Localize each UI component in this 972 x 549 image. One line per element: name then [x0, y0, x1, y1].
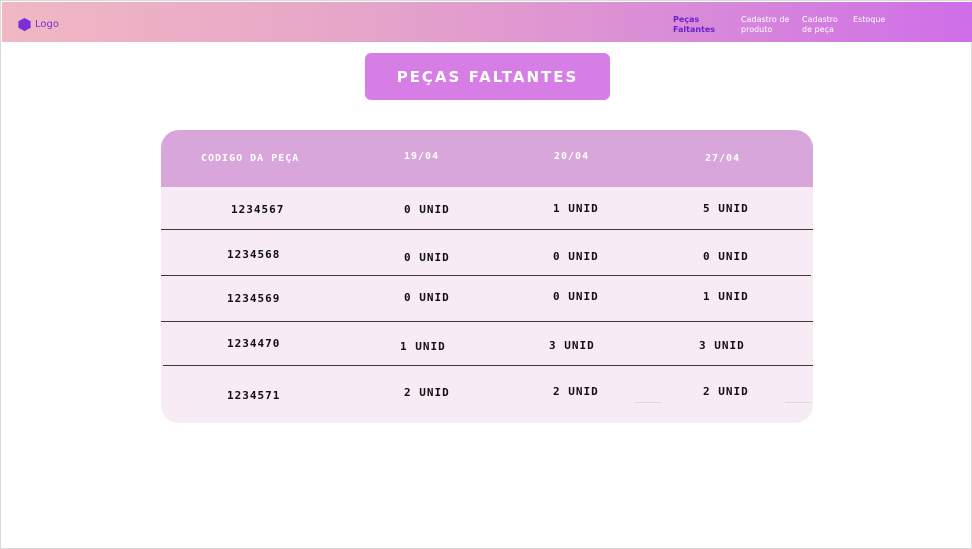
row-divider — [161, 229, 813, 230]
table-cell-qty: 2 UNID — [553, 385, 599, 398]
faint-divider — [785, 402, 811, 403]
table-cell-qty: 5 UNID — [703, 202, 749, 215]
header-date-3: 27/04 — [705, 153, 741, 164]
table-cell-code: 1234470 — [227, 337, 281, 350]
table-cell-qty: 1 UNID — [400, 340, 446, 353]
table-cell-qty: 0 UNID — [404, 251, 450, 264]
table-cell-qty: 3 UNID — [549, 339, 595, 352]
nav-item-estoque[interactable]: Estoque — [853, 15, 885, 25]
hexagon-logo-icon — [18, 17, 31, 32]
logo[interactable]: Logo — [17, 17, 59, 32]
table-cell-qty: 0 UNID — [404, 291, 450, 304]
table-cell-qty: 2 UNID — [404, 386, 450, 399]
table-cell-qty: 0 UNID — [553, 290, 599, 303]
table-cell-qty: 0 UNID — [553, 250, 599, 263]
page-title: PEÇAS FALTANTES — [396, 67, 579, 86]
row-divider — [163, 365, 813, 366]
table-cell-qty: 0 UNID — [703, 250, 749, 263]
table-cell-qty: 2 UNID — [703, 385, 749, 398]
header-date-1: 19/04 — [404, 151, 440, 162]
row-divider — [161, 321, 813, 322]
nav-item-cadastro-peca[interactable]: Cadastro de peça — [802, 15, 838, 35]
table-cell-code: 1234571 — [227, 389, 281, 402]
row-divider — [161, 275, 811, 276]
page-title-box: PEÇAS FALTANTES — [365, 53, 610, 100]
table-cell-qty: 1 UNID — [553, 202, 599, 215]
faint-divider — [635, 402, 661, 403]
logo-label: Logo — [35, 19, 59, 30]
table-header: CODIGO DA PEÇA 19/04 20/04 27/04 — [161, 130, 813, 187]
header-codigo: CODIGO DA PEÇA — [201, 153, 300, 164]
nav-item-cadastro-produto[interactable]: Cadastro de produto — [741, 15, 789, 35]
table-cell-qty: 3 UNID — [699, 339, 745, 352]
header-date-2: 20/04 — [554, 151, 590, 162]
missing-parts-table: CODIGO DA PEÇA 19/04 20/04 27/04 1234567… — [161, 130, 813, 423]
top-navbar: Logo Peças Faltantes Cadastro de produto… — [2, 2, 972, 42]
table-cell-code: 1234569 — [227, 292, 281, 305]
table-cell-code: 1234568 — [227, 248, 281, 261]
table-cell-code: 1234567 — [231, 203, 285, 216]
nav-item-pecas-faltantes[interactable]: Peças Faltantes — [673, 15, 715, 35]
table-cell-qty: 0 UNID — [404, 203, 450, 216]
table-cell-qty: 1 UNID — [703, 290, 749, 303]
